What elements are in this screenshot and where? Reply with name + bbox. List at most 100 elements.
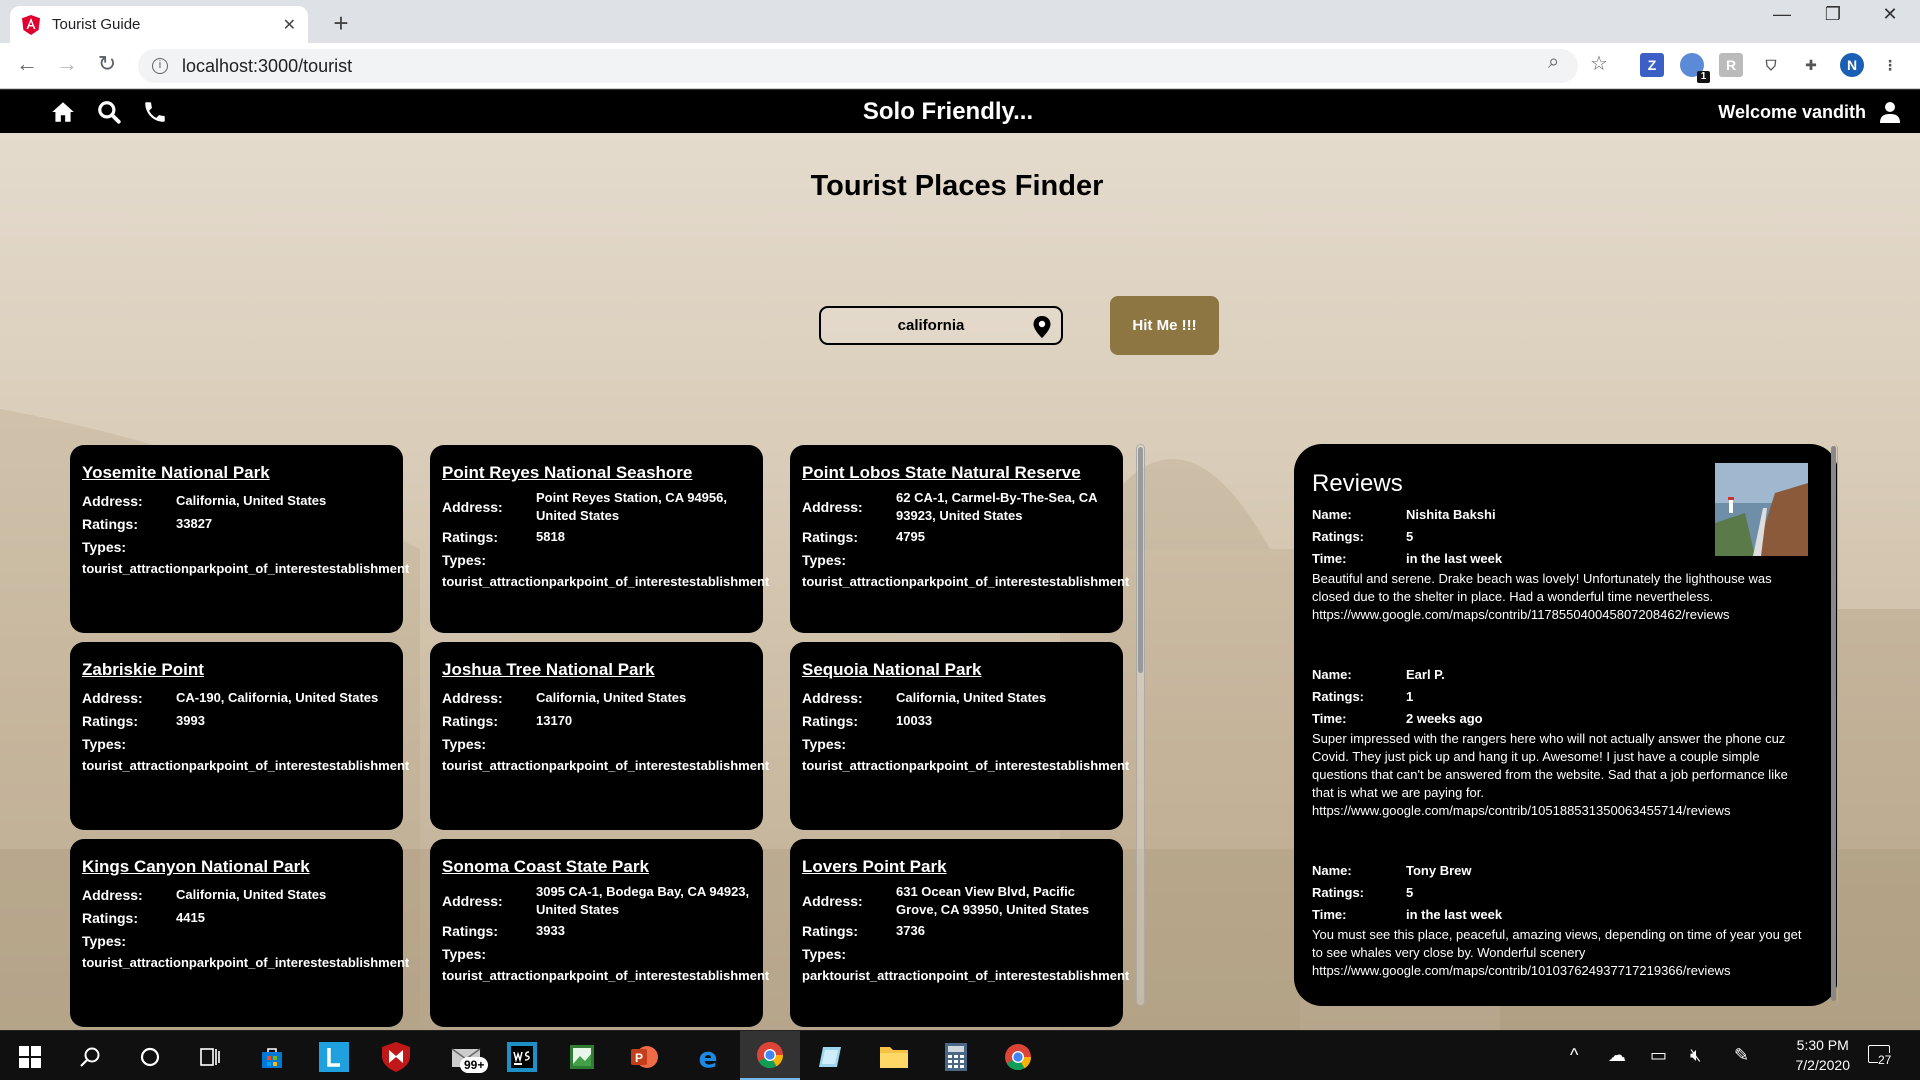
calculator-icon[interactable]: [940, 1041, 972, 1073]
place-name-link[interactable]: Point Reyes National Seashore: [442, 463, 751, 483]
address-label: Address:: [82, 689, 143, 706]
reviewer-profile-link[interactable]: https://www.google.com/maps/contrib/1010…: [1312, 962, 1820, 980]
site-info-icon[interactable]: i: [152, 58, 168, 74]
app-page: Solo Friendly... Welcome vandith Tourist…: [0, 89, 1920, 1030]
back-icon[interactable]: ←: [12, 51, 42, 77]
translate-extension-icon[interactable]: 1: [1680, 53, 1710, 83]
place-name-link[interactable]: Yosemite National Park: [82, 463, 391, 483]
taskbar-search-icon[interactable]: [74, 1041, 106, 1073]
address-value: California, United States: [176, 492, 327, 508]
address-label: Address:: [442, 689, 503, 706]
review-time: in the last week: [1406, 907, 1503, 922]
browser-menu-icon[interactable]: ⋮: [1878, 53, 1902, 77]
pen-icon[interactable]: ✎: [1734, 1045, 1749, 1066]
types-value: tourist_attractionparkpoint_of_intereste…: [442, 758, 770, 773]
reviews-scroll-thumb[interactable]: [1831, 446, 1836, 1001]
photos-icon[interactable]: [566, 1041, 598, 1073]
profile-avatar[interactable]: N: [1840, 53, 1864, 77]
url-text: localhost:3000/tourist: [182, 55, 353, 76]
review-time: 2 weeks ago: [1406, 711, 1483, 726]
reload-icon[interactable]: ↻: [92, 51, 122, 77]
places-scrollbar[interactable]: [1136, 444, 1145, 1006]
ratings-row: Ratings: 13170: [442, 709, 751, 732]
address-label: Address:: [442, 499, 503, 515]
chrome-second-icon[interactable]: [1002, 1041, 1034, 1073]
app-l-icon[interactable]: [318, 1041, 350, 1073]
task-view-icon[interactable]: [194, 1041, 226, 1073]
address-row: Address: 631 Ocean View Blvd, Pacific Gro…: [802, 883, 1111, 919]
svg-text:P: P: [635, 1051, 643, 1065]
clock[interactable]: 5:30 PM 7/2/2020: [1796, 1035, 1851, 1075]
address-label: Address:: [802, 499, 863, 515]
places-scroll-thumb[interactable]: [1138, 447, 1143, 673]
ratings-value: 3993: [176, 712, 205, 728]
show-hidden-icons-icon[interactable]: ^: [1570, 1045, 1578, 1066]
types-value: tourist_attractionparkpoint_of_intereste…: [802, 758, 1130, 773]
types-value: parktourist_attractionpoint_of_intereste…: [802, 968, 1130, 983]
address-value: California, United States: [896, 689, 1047, 705]
review-rating: 5: [1406, 529, 1414, 544]
map-pin-icon[interactable]: [1033, 316, 1051, 338]
url-bar[interactable]: i localhost:3000/tourist: [138, 49, 1578, 83]
place-name-link[interactable]: Sequoia National Park: [802, 660, 1111, 680]
battery-icon[interactable]: ▭: [1650, 1045, 1667, 1066]
address-value: California, United States: [536, 689, 687, 705]
onedrive-icon[interactable]: ☁: [1608, 1045, 1626, 1066]
address-value: 3095 CA-1, Bodega Bay, CA 94923, United …: [536, 884, 750, 917]
windows-start-icon[interactable]: [14, 1041, 46, 1073]
types-label: Types:: [442, 735, 487, 752]
review-name-label: Name:: [1312, 507, 1352, 522]
browser-tab[interactable]: Tourist Guide ✕: [10, 6, 308, 43]
notifications-icon[interactable]: 27: [1868, 1045, 1892, 1068]
location-search-input[interactable]: [821, 308, 1061, 343]
review-rating: 5: [1406, 885, 1414, 900]
review-ratings-label: Ratings:: [1312, 529, 1364, 544]
reviews-scrollbar[interactable]: [1829, 444, 1838, 1006]
powerpoint-icon[interactable]: P: [628, 1041, 660, 1073]
clock-date: 7/2/2020: [1795, 1057, 1851, 1073]
mail-badge: 99+: [460, 1057, 489, 1073]
shield-extension-icon[interactable]: ⛉: [1759, 53, 1783, 77]
place-name-link[interactable]: Lovers Point Park: [802, 857, 1111, 877]
new-tab-icon[interactable]: +: [326, 8, 356, 39]
extensions-puzzle-icon[interactable]: ✚: [1799, 53, 1823, 77]
hit-me-button[interactable]: Hit Me !!!: [1110, 296, 1219, 355]
zoom-icon[interactable]: ⌕: [1548, 51, 1559, 74]
address-value: CA-190, California, United States: [176, 689, 379, 705]
place-name-link[interactable]: Point Lobos State Natural Reserve: [802, 463, 1111, 483]
address-label: Address:: [802, 689, 863, 706]
mcafee-icon[interactable]: [380, 1041, 412, 1073]
place-name-link[interactable]: Zabriskie Point: [82, 660, 391, 680]
zoom-extension-icon[interactable]: Z: [1640, 53, 1664, 77]
chrome-taskbar-icon[interactable]: [740, 1031, 800, 1080]
address-row: Address: Point Reyes Station, CA 94956, U…: [442, 489, 751, 525]
mail-icon[interactable]: 99+: [446, 1041, 489, 1073]
ratings-value: 5818: [536, 528, 565, 544]
reviewer-profile-link[interactable]: https://www.google.com/maps/contrib/1178…: [1312, 606, 1820, 624]
review-list: Name: Nishita Bakshi Ratings: 5 Time: in the …: [1312, 504, 1820, 980]
place-name-link[interactable]: Kings Canyon National Park: [82, 857, 391, 877]
restore-icon[interactable]: ❐: [1803, 4, 1863, 25]
volume-muted-icon[interactable]: 🔇︎: [1690, 1045, 1701, 1066]
place-name-link[interactable]: Joshua Tree National Park: [442, 660, 751, 680]
store-icon[interactable]: [256, 1041, 288, 1073]
forward-icon[interactable]: →: [52, 51, 82, 77]
ratings-value: 4795: [896, 528, 925, 544]
svg-text:e: e: [699, 1042, 718, 1072]
cortana-icon[interactable]: [134, 1041, 166, 1073]
file-explorer-icon[interactable]: [878, 1041, 910, 1073]
place-photo: [1715, 463, 1808, 556]
ratings-label: Ratings:: [82, 712, 138, 729]
app-tablet-icon[interactable]: [815, 1041, 847, 1073]
types-label: Types:: [82, 932, 127, 949]
reviewer-profile-link[interactable]: https://www.google.com/maps/contrib/1051…: [1312, 802, 1820, 820]
bookmark-star-icon[interactable]: ☆: [1590, 51, 1608, 76]
webstorm-icon[interactable]: [506, 1041, 538, 1073]
tab-close-icon[interactable]: ✕: [283, 15, 296, 35]
reader-extension-icon[interactable]: R: [1719, 53, 1743, 77]
edge-icon[interactable]: e: [692, 1041, 724, 1073]
window-close-icon[interactable]: ✕: [1860, 4, 1920, 25]
user-icon[interactable]: [1878, 100, 1902, 124]
types-value: tourist_attractionparkpoint_of_intereste…: [82, 758, 410, 773]
place-name-link[interactable]: Sonoma Coast State Park: [442, 857, 751, 877]
